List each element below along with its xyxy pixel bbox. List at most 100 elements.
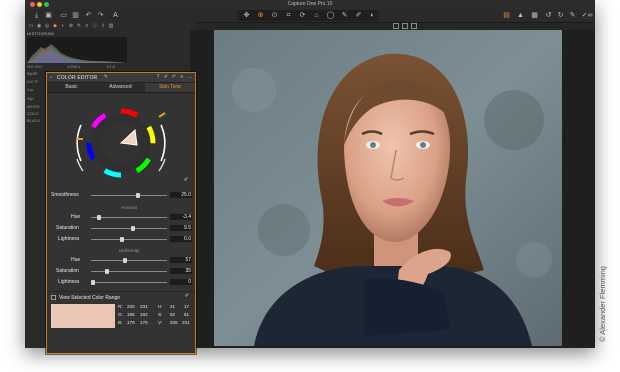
section-styles[interactable]: Styl (27, 96, 34, 101)
v-value-2: 231 (182, 320, 190, 325)
folder-icon[interactable]: ▭ (58, 10, 69, 21)
library-tab-icon[interactable]: ▭ (28, 23, 34, 29)
camera-icon[interactable]: ▣ (43, 10, 54, 21)
section-base[interactable]: BASE (27, 71, 38, 76)
picker-icon[interactable]: ✐ (163, 74, 169, 80)
collapse-chevron-icon[interactable]: ⌄ (48, 74, 54, 80)
h-label: H: (158, 304, 163, 309)
amount-hue-slider[interactable] (91, 215, 167, 220)
g-label: G: (118, 312, 123, 317)
rotate-tool-icon[interactable]: ⟳ (297, 10, 308, 21)
s-value-2: 61 (184, 312, 190, 317)
amount-lightness-value[interactable]: 0.0 (170, 236, 192, 242)
section-curve[interactable]: Cur (27, 87, 33, 92)
eyedropper-icon[interactable]: ✐ (183, 177, 189, 183)
amount-lightness-slider[interactable] (91, 237, 167, 242)
uniformity-hue-knob[interactable] (123, 258, 127, 263)
picker-small-icon[interactable]: ✐ (184, 293, 190, 299)
r-label: R: (118, 304, 123, 309)
r-value-2: 231 (140, 304, 148, 309)
adjustments-tab-icon[interactable]: ≡ (84, 23, 90, 29)
compare-view-icon[interactable] (411, 23, 417, 29)
color-swatches (51, 304, 115, 328)
uniformity-saturation-value[interactable]: 35 (170, 268, 192, 274)
undo-icon[interactable]: ↶ (83, 10, 94, 21)
export-icon[interactable]: ▤ (501, 10, 512, 21)
h-value-1: 21 (170, 304, 176, 309)
multi-view-icon[interactable] (402, 23, 408, 29)
pan-tool-icon[interactable]: ✥ (241, 10, 252, 21)
reset-icon[interactable]: ↶ (171, 74, 177, 80)
text-tool-icon[interactable]: A (110, 10, 121, 21)
section-color[interactable]: COLO (27, 111, 38, 116)
redo-icon[interactable]: ↷ (95, 10, 106, 21)
amount-lightness-knob[interactable] (120, 237, 124, 242)
capture-tab-icon[interactable]: ◉ (36, 23, 42, 29)
amount-hue-knob[interactable] (97, 215, 101, 220)
more-options-icon[interactable]: … (187, 74, 193, 80)
uniformity-hue-label: Hue (71, 257, 81, 263)
view-selected-label: View Selected Color Range (59, 295, 121, 301)
lens-tab-icon[interactable]: ◎ (44, 23, 50, 29)
brush-tool-icon[interactable]: ✎ (339, 10, 350, 21)
spot-removal-icon[interactable]: ◯ (325, 10, 336, 21)
uniformity-hue-value[interactable]: 57 (170, 257, 192, 263)
import-icon[interactable]: ⤓ (31, 10, 42, 21)
v-label: V: (158, 320, 163, 325)
batch-tab-icon[interactable]: ▥ (108, 23, 114, 29)
rotate-right-icon[interactable]: ↻ (555, 10, 566, 21)
presets-icon[interactable]: ≡ (179, 74, 185, 80)
eraser-tool-icon[interactable]: ✐ (353, 10, 364, 21)
zoom-tool-icon[interactable]: ⊙ (269, 10, 280, 21)
gradient-tool-icon[interactable]: ◐ (367, 10, 378, 21)
output-tab-icon[interactable]: ⇪ (100, 23, 106, 29)
exposure-tab-icon[interactable]: ◐ (60, 23, 66, 29)
single-view-icon[interactable] (393, 23, 399, 29)
copy-adjustments-icon[interactable]: ✎ (567, 10, 578, 21)
uniformity-hue-slider[interactable] (91, 258, 167, 263)
uniformity-saturation-slider[interactable] (91, 269, 167, 274)
v-value-1: 225 (170, 320, 178, 325)
amount-saturation-slider[interactable] (91, 226, 167, 231)
crop-tool-icon[interactable]: ⌗ (283, 10, 294, 21)
image-viewer (190, 30, 595, 348)
color-tab-icon[interactable]: ◆ (52, 23, 58, 29)
rotate-left-icon[interactable]: ↺ (543, 10, 554, 21)
section-black-white[interactable]: BLACK (27, 118, 40, 123)
view-selected-checkbox[interactable] (51, 295, 56, 300)
uniformity-saturation-knob[interactable] (105, 269, 109, 274)
help-icon[interactable]: ? (155, 74, 161, 80)
amount-hue-value[interactable]: -3.4 (170, 214, 192, 220)
uniformity-lightness-knob[interactable] (91, 280, 95, 285)
edit-pencil-icon[interactable]: ✎ (103, 74, 109, 80)
details-tab-icon[interactable]: ⊕ (68, 23, 74, 29)
uniformity-lightness-value[interactable]: 0 (170, 279, 192, 285)
smoothness-value[interactable]: 25.0 (170, 192, 192, 198)
tab-advanced[interactable]: Advanced (96, 83, 145, 92)
color-wheel[interactable] (67, 103, 175, 183)
amount-group-label: Amount (121, 205, 137, 210)
trash-icon[interactable]: ▥ (70, 10, 81, 21)
uniformity-lightness-slider[interactable] (91, 280, 167, 285)
tab-basic[interactable]: Basic (47, 83, 96, 92)
uniformity-saturation-label: Saturation (56, 268, 79, 274)
amount-saturation-knob[interactable] (131, 226, 135, 231)
amount-saturation-value[interactable]: 9.5 (170, 225, 192, 231)
glasses-icon[interactable]: ∞ (585, 10, 595, 21)
metadata-tab-icon[interactable]: ⓘ (92, 23, 98, 29)
warning-icon[interactable]: ▲ (515, 10, 526, 21)
tab-skin-tone[interactable]: Skin Tone (145, 83, 195, 92)
section-icc[interactable]: ICC P (27, 79, 38, 84)
r-value-1: 225 (127, 304, 135, 309)
section-white-balance[interactable]: WHITE (27, 104, 40, 109)
smoothness-slider[interactable] (91, 193, 167, 198)
uniformity-group-label: Uniformity (118, 248, 140, 253)
smoothness-knob[interactable] (136, 193, 140, 198)
keystone-tool-icon[interactable]: ⌂ (311, 10, 322, 21)
grid-icon[interactable]: ▦ (529, 10, 540, 21)
picker-tool-icon[interactable]: ⊕ (255, 10, 266, 21)
portrait-photo[interactable] (214, 30, 562, 346)
b-label: B: (118, 320, 123, 325)
local-adjust-tab-icon[interactable]: ✎ (76, 23, 82, 29)
title-bar: Capture One Pro 10 (25, 0, 595, 9)
